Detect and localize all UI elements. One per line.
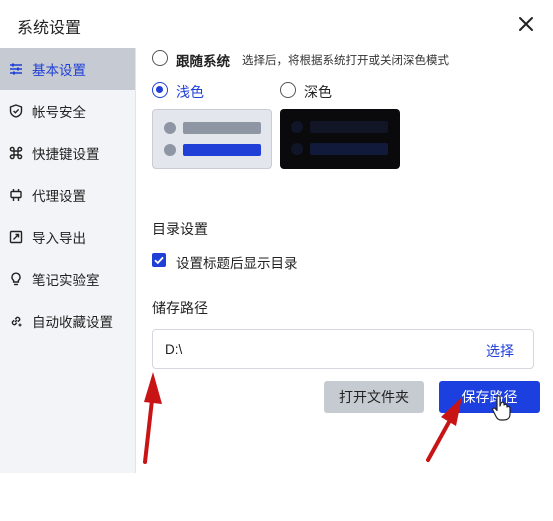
- light-theme-label: 浅色: [176, 84, 204, 100]
- preview-dot: [164, 144, 176, 156]
- sidebar-item-label: 代理设置: [32, 189, 86, 204]
- title-bar: 系统设置: [0, 0, 553, 48]
- dialog-title: 系统设置: [17, 20, 82, 37]
- shield-icon: [8, 103, 24, 119]
- show-toc-label: 设置标题后显示目录: [176, 256, 298, 271]
- dark-theme-label: 深色: [304, 84, 332, 100]
- storage-path-field[interactable]: D:\ 选择: [152, 329, 534, 369]
- show-toc-checkbox[interactable]: [152, 253, 166, 267]
- light-theme-preview[interactable]: [152, 109, 272, 169]
- storage-path-value: D:\: [165, 342, 183, 357]
- preview-bar: [183, 122, 261, 134]
- sidebar-item-shortcuts[interactable]: 快捷键设置: [0, 132, 136, 174]
- preview-bar: [183, 144, 261, 156]
- preview-bar: [310, 121, 388, 133]
- sidebar-item-notes-lab[interactable]: 笔记实验室: [0, 258, 136, 300]
- open-folder-button[interactable]: 打开文件夹: [324, 381, 424, 413]
- preview-dot: [291, 143, 303, 155]
- sidebar-divider: [135, 48, 136, 473]
- sidebar-item-account-security[interactable]: 帐号安全: [0, 90, 136, 132]
- plug-icon: [8, 187, 24, 203]
- sidebar-item-auto-collect[interactable]: 自动收藏设置: [0, 300, 136, 342]
- sidebar-item-label: 笔记实验室: [32, 273, 100, 288]
- preview-bar: [310, 143, 388, 155]
- preview-dot: [291, 121, 303, 133]
- follow-system-hint: 选择后，将根据系统打开或关闭深色模式: [242, 55, 449, 67]
- sidebar-item-label: 帐号安全: [32, 105, 86, 120]
- dark-theme-radio[interactable]: [280, 82, 296, 98]
- dark-theme-preview[interactable]: [280, 109, 400, 169]
- annotation-arrow-left: [143, 372, 162, 464]
- save-path-button[interactable]: 保存路径: [439, 381, 540, 413]
- sidebar: 基本设置 帐号安全 快捷键设置 代理设置 导入导出 笔记实验室 自动收藏设置: [0, 48, 136, 473]
- follow-system-label: 跟随系统: [176, 54, 230, 69]
- sidebar-item-label: 基本设置: [32, 63, 86, 78]
- preview-dot: [164, 122, 176, 134]
- close-icon[interactable]: [514, 12, 538, 36]
- command-icon: [8, 145, 24, 161]
- sidebar-item-import-export[interactable]: 导入导出: [0, 216, 136, 258]
- sidebar-item-proxy[interactable]: 代理设置: [0, 174, 136, 216]
- lightbulb-icon: [8, 271, 24, 287]
- follow-system-radio[interactable]: [152, 50, 168, 66]
- sidebar-item-label: 导入导出: [32, 231, 86, 246]
- directory-heading: 目录设置: [152, 221, 208, 237]
- storage-heading: 储存路径: [152, 300, 208, 316]
- sliders-icon: [8, 61, 24, 77]
- sidebar-item-basic-settings[interactable]: 基本设置: [0, 48, 136, 90]
- sidebar-item-label: 快捷键设置: [32, 147, 100, 162]
- choose-path-link[interactable]: 选择: [486, 341, 514, 361]
- link-icon: [8, 313, 24, 329]
- sidebar-item-label: 自动收藏设置: [32, 315, 113, 330]
- import-export-icon: [8, 229, 24, 245]
- light-theme-radio[interactable]: [152, 82, 168, 98]
- settings-dialog: 系统设置 基本设置 帐号安全 快捷键设置 代理设置 导入导出 笔记实验室 自动收…: [0, 0, 553, 521]
